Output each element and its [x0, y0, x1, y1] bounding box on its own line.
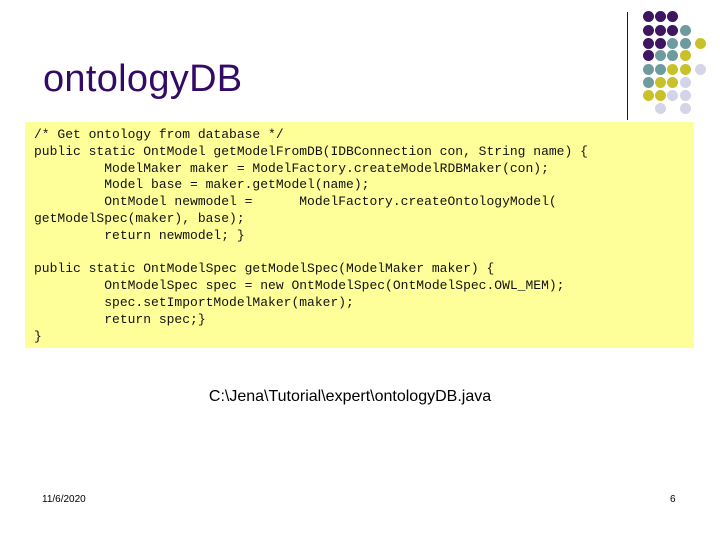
decorative-dot: [642, 89, 654, 101]
decorative-dot: [666, 37, 678, 49]
code-line: public static OntModel getModelFromDB(ID…: [34, 143, 588, 159]
decorative-dot: [666, 76, 678, 88]
code-line: spec.setImportModelMaker(maker);: [34, 294, 354, 310]
decorative-dot: [654, 37, 666, 49]
decorative-dot: [666, 10, 678, 22]
decorative-dot: [642, 49, 654, 61]
code-line: /* Get ontology from database */: [34, 127, 284, 142]
decorative-dot: [679, 76, 691, 88]
code-line: OntModel newmodel = ModelFactory.createO…: [34, 194, 557, 210]
decorative-dot: [654, 89, 666, 101]
footer-date: 11/6/2020: [42, 494, 86, 505]
code-block: /* Get ontology from database */public s…: [34, 127, 588, 345]
decorative-dot: [654, 24, 666, 36]
decorative-dot: [642, 76, 654, 88]
decorative-dot: [654, 76, 666, 88]
decorative-dot: [679, 63, 691, 75]
decorative-dot: [642, 10, 654, 22]
decorative-dot: [679, 102, 691, 114]
slide-title: ontologyDB: [43, 58, 243, 100]
decorative-dot: [666, 63, 678, 75]
decorative-dot: [679, 37, 691, 49]
code-line: }: [34, 328, 42, 344]
decorative-dot: [679, 24, 691, 36]
decorative-dot: [666, 49, 678, 61]
decorative-dot: [694, 63, 706, 75]
code-line: ModelMaker maker = ModelFactory.createMo…: [34, 160, 549, 176]
decorative-dot: [654, 10, 666, 22]
code-line: getModelSpec(maker), base);: [34, 210, 245, 226]
code-line: Model base = maker.getModel(name);: [34, 177, 370, 193]
code-line: OntModelSpec spec = new OntModelSpec(Ont…: [34, 278, 565, 294]
decorative-dot: [642, 63, 654, 75]
decorative-dot: [654, 63, 666, 75]
code-line: public static OntModelSpec getModelSpec(…: [34, 261, 495, 277]
decorative-dot: [679, 49, 691, 61]
decorative-dot: [642, 37, 654, 49]
decorative-dot: [679, 89, 691, 101]
decorative-dot: [654, 102, 666, 114]
file-path-caption: C:\Jena\Tutorial\expert\ontologyDB.java: [208, 388, 492, 405]
decorative-dot: [694, 37, 706, 49]
code-line: return spec;}: [34, 311, 206, 327]
code-line: return newmodel; }: [34, 227, 245, 243]
decorative-dot: [654, 49, 666, 61]
footer-page-number: 6: [670, 494, 676, 505]
decorative-dot: [666, 24, 678, 36]
decorative-dot: [642, 24, 654, 36]
decorative-dot: [666, 89, 678, 101]
